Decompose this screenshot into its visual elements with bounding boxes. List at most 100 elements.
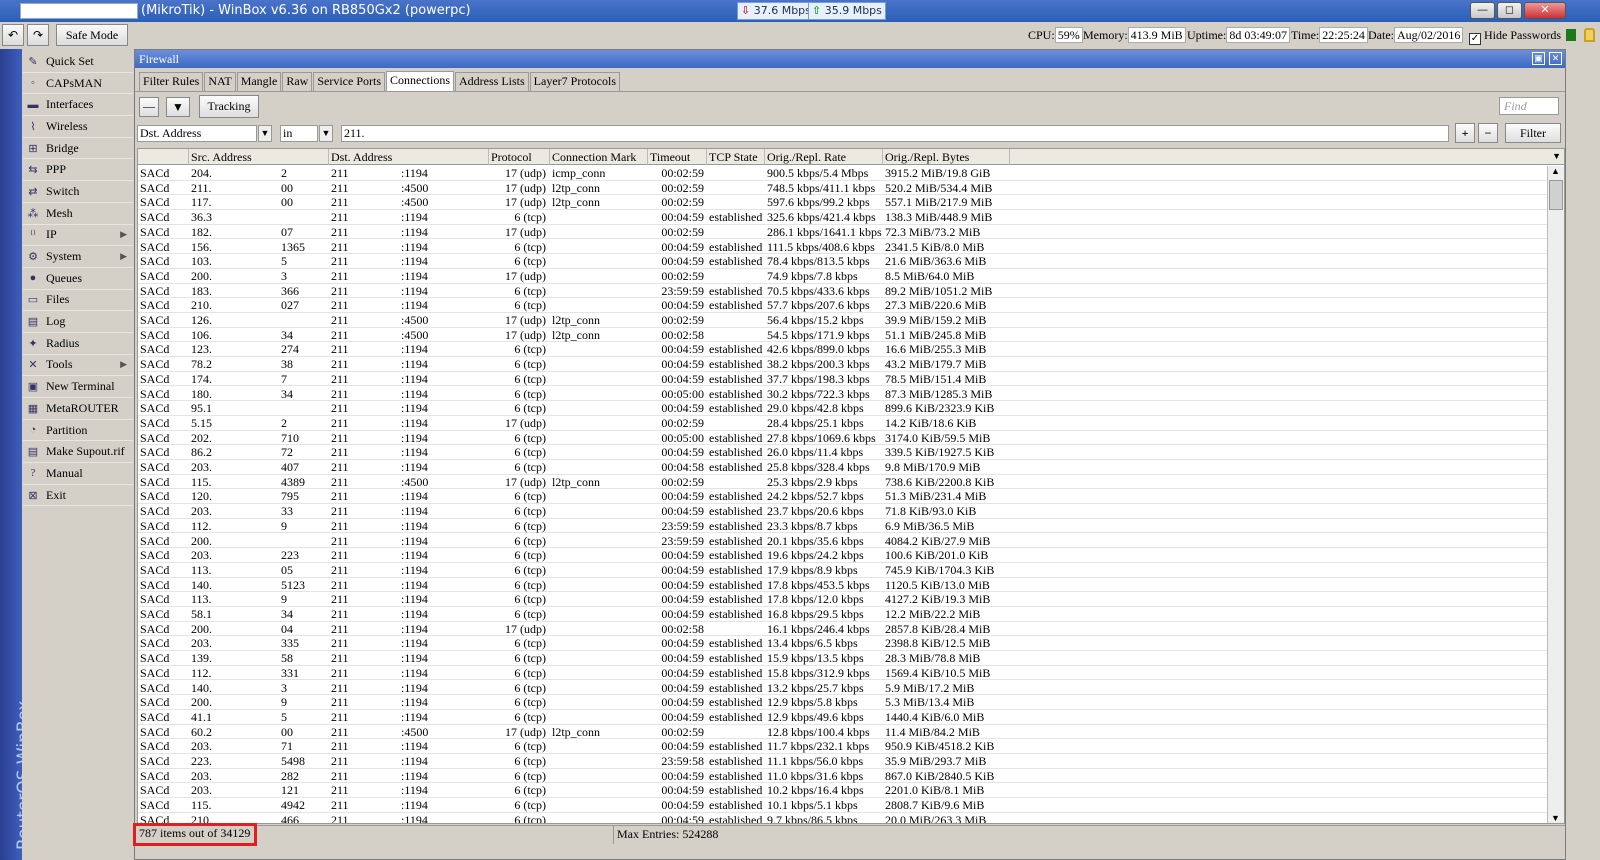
column-header-dst-address[interactable]: Dst. Address bbox=[329, 149, 489, 165]
sidebar-item-bridge[interactable]: ⊞ Bridge bbox=[23, 138, 133, 160]
table-row[interactable]: SACd 5.15 2 211:1194 17 (udp) 00:02:59 28.4 kb… bbox=[138, 416, 1548, 431]
sidebar-item-new-terminal[interactable]: ▣ New Terminal bbox=[23, 376, 133, 398]
sidebar-item-interfaces[interactable]: ▬ Interfaces bbox=[23, 94, 133, 117]
table-row[interactable]: SACd 95.1 211:1194 6 (tcp) 00:04:59 establish… bbox=[138, 401, 1548, 416]
sidebar-item-wireless[interactable]: ⌇ Wireless bbox=[23, 116, 133, 138]
table-row[interactable]: SACd 203. 71 211:1194 6 (tcp) 00:04:59 establi… bbox=[138, 739, 1548, 754]
table-row[interactable]: SACd 58.1 34 211:1194 6 (tcp) 00:04:59 establi… bbox=[138, 607, 1548, 622]
sidebar-item-make-supout-rif[interactable]: ▤ Make Supout.rif bbox=[23, 441, 133, 464]
table-row[interactable]: SACd 106. 34 211:4500 17 (udp) l2tp_conn 00:02… bbox=[138, 328, 1548, 343]
table-row[interactable]: SACd 200. 9 211:1194 6 (tcp) 00:04:59 establis… bbox=[138, 695, 1548, 710]
filter-field-select[interactable]: Dst. Address bbox=[137, 125, 257, 142]
sidebar-item-capsman[interactable]: ◦ CAPsMAN bbox=[23, 73, 133, 95]
table-row[interactable]: SACd 120. 795 211:1194 6 (tcp) 00:04:59 establ… bbox=[138, 489, 1548, 505]
tab-filter-rules[interactable]: Filter Rules bbox=[139, 72, 204, 91]
add-filter-button[interactable]: + bbox=[1455, 123, 1475, 143]
scroll-thumb[interactable] bbox=[1549, 180, 1563, 210]
sidebar-item-ppp[interactable]: ⇆ PPP bbox=[23, 159, 133, 182]
table-row[interactable]: SACd 86.2 72 211:1194 6 (tcp) 00:04:59 establi… bbox=[138, 445, 1548, 460]
remove-button[interactable]: — bbox=[139, 97, 159, 117]
table-row[interactable]: SACd 126. 211:4500 17 (udp) l2tp_conn 00:02:5… bbox=[138, 313, 1548, 328]
table-row[interactable]: SACd 211. 00 211:4500 17 (udp) l2tp_conn 00:02… bbox=[138, 181, 1548, 196]
tab-service-ports[interactable]: Service Ports bbox=[313, 72, 385, 91]
column-header-tcp-state[interactable]: TCP State bbox=[707, 149, 765, 165]
sidebar-item-log[interactable]: ▤ Log bbox=[23, 311, 133, 333]
table-row[interactable]: SACd 203. 33 211:1194 6 (tcp) 00:04:59 establi… bbox=[138, 504, 1548, 519]
table-row[interactable]: SACd 60.2 00 211:4500 17 (udp) l2tp_conn 00:02… bbox=[138, 725, 1548, 740]
filter-toggle-button[interactable]: ▼ bbox=[166, 97, 190, 117]
table-row[interactable]: SACd 140. 3 211:1194 6 (tcp) 00:04:59 establis… bbox=[138, 681, 1548, 696]
remove-filter-button[interactable]: − bbox=[1478, 123, 1498, 143]
table-row[interactable]: SACd 113. 05 211:1194 6 (tcp) 00:04:59 establi… bbox=[138, 563, 1548, 578]
table-row[interactable]: SACd 139. 58 211:1194 6 (tcp) 00:04:59 establi… bbox=[138, 651, 1548, 666]
sidebar-item-files[interactable]: ▭ Files bbox=[23, 290, 133, 312]
column-header-orig-repl-rate[interactable]: Orig./Repl. Rate bbox=[765, 149, 883, 165]
sidebar-item-partition[interactable]: ◔ Partition bbox=[23, 420, 133, 442]
minimize-button[interactable]: — bbox=[1470, 2, 1495, 19]
apply-filter-button[interactable]: Filter bbox=[1505, 123, 1561, 143]
table-row[interactable]: SACd 36.3 211:1194 6 (tcp) 00:04:59 establish… bbox=[138, 210, 1548, 225]
tab-raw[interactable]: Raw bbox=[282, 72, 313, 91]
table-row[interactable]: SACd 115. 4942 211:1194 6 (tcp) 00:04:59 estab… bbox=[138, 798, 1548, 813]
table-row[interactable]: SACd 203. 407 211:1194 6 (tcp) 00:04:58 establ… bbox=[138, 460, 1548, 475]
sidebar-item-quick-set[interactable]: ✎ Quick Set bbox=[23, 51, 133, 73]
table-row[interactable]: SACd 112. 331 211:1194 6 (tcp) 00:04:59 establ… bbox=[138, 666, 1548, 681]
sidebar-item-mesh[interactable]: ⁂ Mesh bbox=[23, 203, 133, 225]
filter-operator-dropdown-icon[interactable]: ▼ bbox=[319, 125, 333, 142]
column-header-src-address[interactable]: Src. Address bbox=[189, 149, 329, 165]
vertical-scrollbar[interactable]: ▲ ▼ bbox=[1547, 166, 1564, 823]
table-row[interactable]: SACd 115. 4389 211:4500 17 (udp) l2tp_conn 00:… bbox=[138, 475, 1548, 490]
sidebar-item-tools[interactable]: ✕ Tools ▶ bbox=[23, 355, 133, 377]
table-row[interactable]: SACd 113. 9 211:1194 6 (tcp) 00:04:59 establis… bbox=[138, 592, 1548, 607]
table-row[interactable]: SACd 156. 1365 211:1194 6 (tcp) 00:04:59 estab… bbox=[138, 240, 1548, 255]
column-header-timeout[interactable]: Timeout bbox=[648, 149, 707, 165]
table-row[interactable]: SACd 112. 9 211:1194 6 (tcp) 23:59:59 establis… bbox=[138, 519, 1548, 534]
table-row[interactable]: SACd 203. 223 211:1194 6 (tcp) 00:04:59 establ… bbox=[138, 548, 1548, 563]
sidebar-item-manual[interactable]: ? Manual bbox=[23, 463, 133, 485]
table-row[interactable]: SACd 183. 366 211:1194 6 (tcp) 23:59:59 establ… bbox=[138, 284, 1548, 299]
sidebar-item-switch[interactable]: ⇄ Switch bbox=[23, 181, 133, 203]
column-header-connection-mark[interactable]: Connection Mark bbox=[550, 149, 648, 165]
table-row[interactable]: SACd 202. 710 211:1194 6 (tcp) 00:05:00 establ… bbox=[138, 431, 1548, 446]
table-row[interactable]: SACd 41.1 5 211:1194 6 (tcp) 00:04:59 establis… bbox=[138, 710, 1548, 725]
table-row[interactable]: SACd 182. 07 211:1194 17 (udp) 00:02:59 286.1 … bbox=[138, 225, 1548, 240]
table-row[interactable]: SACd 180. 34 211:1194 6 (tcp) 00:05:00 establi… bbox=[138, 387, 1548, 402]
undo-button[interactable]: ↶ bbox=[2, 24, 24, 46]
table-row[interactable]: SACd 204. 2 211:1194 17 (udp) icmp_conn 00:02:… bbox=[138, 166, 1548, 181]
table-row[interactable]: SACd 174. 7 211:1194 6 (tcp) 00:04:59 establis… bbox=[138, 372, 1548, 387]
maximize-button[interactable]: ◻ bbox=[1497, 2, 1522, 19]
sidebar-item-radius[interactable]: ✦ Radius bbox=[23, 333, 133, 355]
close-button[interactable]: ✕ bbox=[1524, 2, 1566, 19]
table-row[interactable]: SACd 203. 121 211:1194 6 (tcp) 00:04:59 establ… bbox=[138, 783, 1548, 799]
column-header-flags[interactable] bbox=[138, 149, 189, 165]
column-menu-icon[interactable]: ▼ bbox=[1552, 151, 1561, 161]
table-row[interactable]: SACd 78.2 38 211:1194 6 (tcp) 00:04:59 establi… bbox=[138, 357, 1548, 372]
find-input[interactable]: Find bbox=[1499, 97, 1559, 115]
restore-window-button[interactable]: ▣ bbox=[1532, 52, 1545, 65]
scroll-up-icon[interactable]: ▲ bbox=[1551, 166, 1560, 176]
table-row[interactable]: SACd 200. 04 211:1194 17 (udp) 00:02:58 16.1 k… bbox=[138, 622, 1548, 637]
tab-address-lists[interactable]: Address Lists bbox=[455, 72, 529, 91]
hide-passwords-checkbox[interactable]: ✓ bbox=[1469, 33, 1481, 45]
table-row[interactable]: SACd 123. 274 211:1194 6 (tcp) 00:04:59 establ… bbox=[138, 342, 1548, 358]
table-row[interactable]: SACd 223. 5498 211:1194 6 (tcp) 23:59:58 estab… bbox=[138, 754, 1548, 769]
table-row[interactable]: SACd 140. 5123 211:1194 6 (tcp) 00:04:59 estab… bbox=[138, 578, 1548, 593]
scroll-down-icon[interactable]: ▼ bbox=[1551, 813, 1560, 823]
tab-nat[interactable]: NAT bbox=[204, 72, 236, 91]
close-window-button[interactable]: ✕ bbox=[1549, 52, 1562, 65]
tracking-button[interactable]: Tracking bbox=[199, 95, 259, 118]
column-header-orig-repl-bytes[interactable]: Orig./Repl. Bytes bbox=[883, 149, 1010, 165]
tab-mangle[interactable]: Mangle bbox=[236, 72, 282, 91]
table-row[interactable]: SACd 117. 00 211:4500 17 (udp) l2tp_conn 00:02… bbox=[138, 195, 1548, 211]
hide-passwords-toggle[interactable]: ✓ Hide Passwords bbox=[1469, 28, 1561, 45]
table-row[interactable]: SACd 200. 3 211:1194 17 (udp) 00:02:59 74.9 kb… bbox=[138, 269, 1548, 284]
redo-button[interactable]: ↷ bbox=[27, 24, 49, 46]
table-row[interactable]: SACd 200. 211:1194 6 (tcp) 23:59:59 establish… bbox=[138, 534, 1548, 549]
sidebar-item-system[interactable]: ⚙ System ▶ bbox=[23, 246, 133, 268]
column-header-protocol[interactable]: Protocol bbox=[489, 149, 550, 165]
table-row[interactable]: SACd 203. 335 211:1194 6 (tcp) 00:04:59 establ… bbox=[138, 636, 1548, 652]
table-row[interactable]: SACd 203. 282 211:1194 6 (tcp) 00:04:59 establ… bbox=[138, 769, 1548, 784]
table-row[interactable]: SACd 103. 5 211:1194 6 (tcp) 00:04:59 establis… bbox=[138, 254, 1548, 269]
filter-value-input[interactable]: 211. bbox=[341, 125, 1449, 142]
tab-connections[interactable]: Connections bbox=[386, 71, 454, 91]
